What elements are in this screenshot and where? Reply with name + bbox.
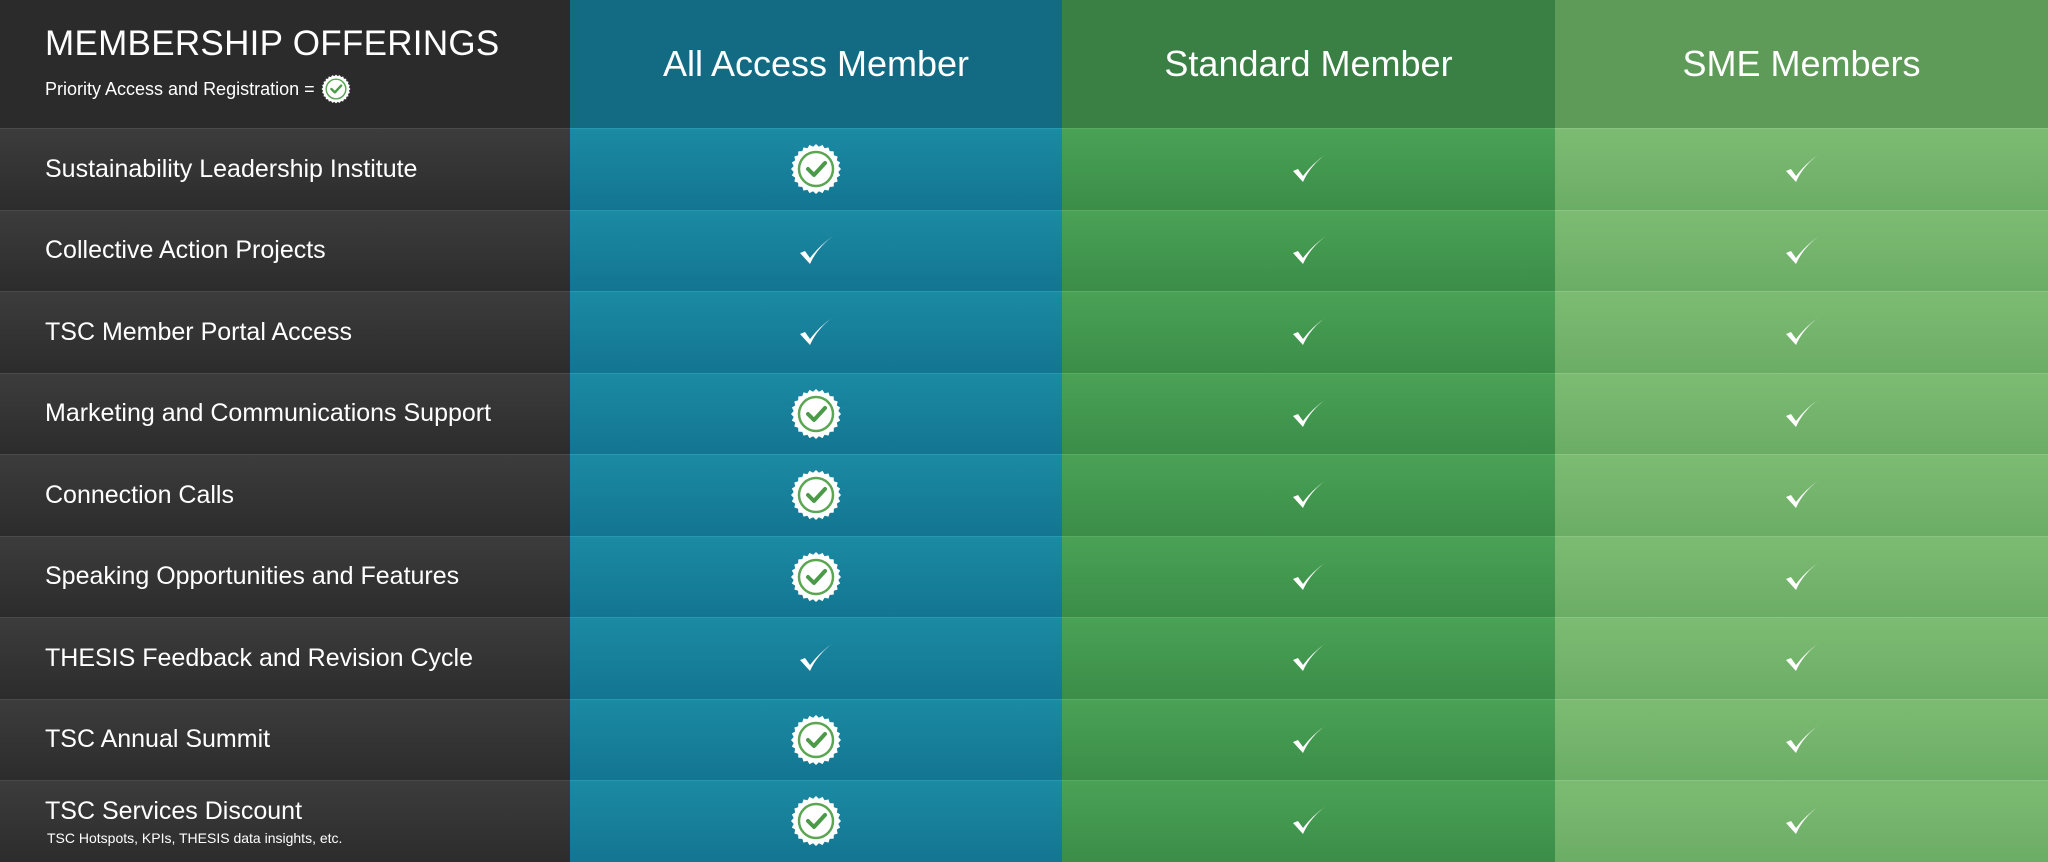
check-icon [1779, 798, 1825, 844]
cell-all-access [570, 535, 1062, 617]
priority-badge-icon [790, 551, 842, 603]
membership-table: MEMBERSHIP OFFERINGS Priority Access and… [0, 0, 2048, 862]
check-icon [1286, 554, 1332, 600]
cell-sme [1555, 535, 2048, 617]
check-icon [793, 635, 839, 681]
check-icon [1779, 146, 1825, 192]
cell-standard [1062, 209, 1555, 291]
row-label-text: Speaking Opportunities and Features [45, 562, 460, 591]
priority-badge-icon [790, 795, 842, 847]
row-label: Marketing and Communications Support [0, 372, 570, 454]
row-label-text: TSC Services Discount [45, 796, 303, 825]
cell-standard [1062, 291, 1555, 373]
cell-standard [1062, 698, 1555, 780]
priority-badge-icon [321, 74, 351, 104]
row-label: Sustainability Leadership Institute [0, 128, 570, 210]
row-label: THESIS Feedback and Revision Cycle [0, 617, 570, 699]
cell-standard [1062, 372, 1555, 454]
legend: Priority Access and Registration = [45, 74, 351, 104]
check-icon [1286, 472, 1332, 518]
row-label-text: TSC Member Portal Access [45, 317, 353, 346]
check-icon [1286, 228, 1332, 274]
check-icon [1286, 309, 1332, 355]
priority-badge-icon [790, 388, 842, 440]
check-icon [793, 309, 839, 355]
cell-standard [1062, 454, 1555, 536]
legend-text: Priority Access and Registration = [45, 78, 315, 99]
row-label-text: Connection Calls [45, 480, 234, 509]
cell-all-access [570, 372, 1062, 454]
check-icon [1779, 228, 1825, 274]
check-icon [1286, 146, 1332, 192]
page-title: MEMBERSHIP OFFERINGS [45, 24, 500, 63]
cell-sme [1555, 698, 2048, 780]
header-label-cell: MEMBERSHIP OFFERINGS Priority Access and… [0, 0, 570, 128]
cell-sme [1555, 372, 2048, 454]
row-label: Speaking Opportunities and Features [0, 535, 570, 617]
cell-all-access [570, 209, 1062, 291]
cell-sme [1555, 291, 2048, 373]
check-icon [1779, 635, 1825, 681]
cell-sme [1555, 780, 2048, 862]
row-label: TSC Member Portal Access [0, 291, 570, 373]
check-icon [793, 228, 839, 274]
row-label-text: Marketing and Communications Support [45, 399, 492, 428]
priority-badge-icon [790, 143, 842, 195]
check-icon [1779, 472, 1825, 518]
cell-sme [1555, 617, 2048, 699]
priority-badge-icon [790, 469, 842, 521]
check-icon [1779, 391, 1825, 437]
check-icon [1286, 798, 1332, 844]
cell-all-access [570, 780, 1062, 862]
check-icon [1779, 717, 1825, 763]
column-header-sme: SME Members [1555, 0, 2048, 128]
row-label-text: TSC Annual Summit [45, 725, 271, 754]
check-icon [1286, 717, 1332, 763]
row-label: Connection Calls [0, 454, 570, 536]
cell-all-access [570, 128, 1062, 210]
cell-standard [1062, 617, 1555, 699]
check-icon [1779, 309, 1825, 355]
cell-standard [1062, 535, 1555, 617]
cell-sme [1555, 209, 2048, 291]
cell-standard [1062, 780, 1555, 862]
cell-sme [1555, 128, 2048, 210]
row-label: TSC Annual Summit [0, 698, 570, 780]
check-icon [1286, 391, 1332, 437]
row-note: TSC Hotspots, KPIs, THESIS data insights… [47, 829, 343, 846]
row-label-text: THESIS Feedback and Revision Cycle [45, 643, 473, 672]
cell-all-access [570, 698, 1062, 780]
row-label: TSC Services Discount TSC Hotspots, KPIs,… [0, 780, 570, 862]
row-label-text: Sustainability Leadership Institute [45, 154, 418, 183]
check-icon [1779, 554, 1825, 600]
check-icon [1286, 635, 1332, 681]
row-label-text: Collective Action Projects [45, 236, 326, 265]
cell-all-access [570, 454, 1062, 536]
cell-all-access [570, 291, 1062, 373]
cell-sme [1555, 454, 2048, 536]
column-header-standard: Standard Member [1062, 0, 1555, 128]
cell-all-access [570, 617, 1062, 699]
cell-standard [1062, 128, 1555, 210]
column-header-all-access: All Access Member [570, 0, 1062, 128]
priority-badge-icon [790, 714, 842, 766]
row-label: Collective Action Projects [0, 209, 570, 291]
